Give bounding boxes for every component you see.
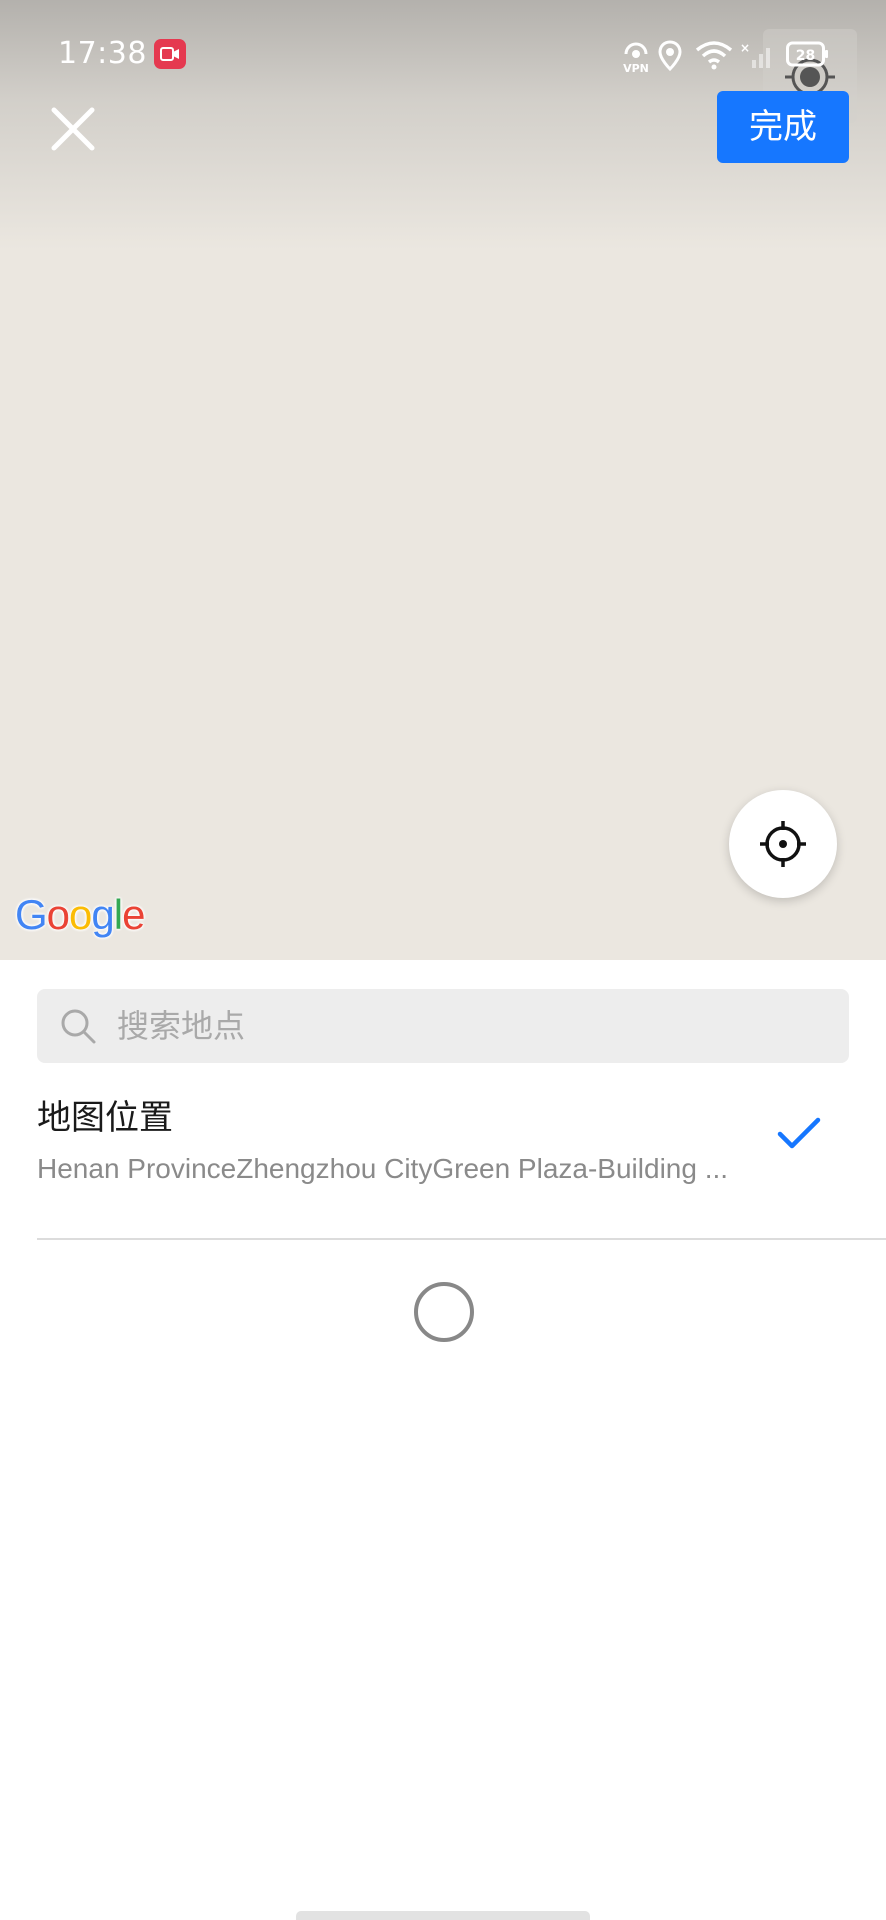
search-icon xyxy=(61,1009,96,1044)
svg-text:×: × xyxy=(740,41,750,55)
search-bar[interactable] xyxy=(37,989,849,1063)
signal-icon: × xyxy=(740,41,770,68)
google-logo-letter: G xyxy=(15,891,48,938)
checkmark-icon xyxy=(777,1117,821,1149)
list-divider xyxy=(37,1238,886,1240)
list-item-map-location[interactable]: 地图位置 Henan ProvinceZhengzhou CityGreen P… xyxy=(0,1094,886,1198)
google-logo-letter: o xyxy=(46,891,70,938)
crosshair-icon xyxy=(760,821,806,867)
home-indicator[interactable] xyxy=(296,1911,590,1920)
search-input[interactable] xyxy=(107,989,837,1063)
status-time: 17:38 xyxy=(58,36,147,71)
location-pin-icon xyxy=(658,40,682,72)
svg-text:VPN: VPN xyxy=(623,62,649,74)
bottom-sheet: 地图位置 Henan ProvinceZhengzhou CityGreen P… xyxy=(0,960,886,1920)
google-logo-letter: e xyxy=(122,891,145,938)
close-icon xyxy=(51,107,95,151)
my-location-button[interactable] xyxy=(729,790,837,898)
vpn-icon: VPN xyxy=(623,42,649,74)
google-logo-letter: l xyxy=(113,891,123,938)
location-title: 地图位置 xyxy=(37,1098,173,1138)
google-logo-letter: o xyxy=(69,891,92,938)
location-picker-screen: 17:38 VPN × 28 完成 Google 搜索地点 地图位置 Henan… xyxy=(0,0,886,1920)
battery-icon: 28 xyxy=(786,41,828,67)
done-button[interactable]: 完成 xyxy=(717,91,849,163)
battery-level: 28 xyxy=(796,48,815,64)
close-button[interactable] xyxy=(48,104,98,154)
loading-spinner xyxy=(414,1282,474,1342)
google-logo-letter: g xyxy=(91,891,114,938)
google-logo: Google xyxy=(15,890,145,940)
map-view[interactable]: 17:38 VPN × 28 完成 Google xyxy=(0,0,886,960)
screen-record-icon xyxy=(154,39,186,69)
location-address: Henan ProvinceZhengzhou CityGreen Plaza-… xyxy=(37,1153,729,1184)
wifi-icon xyxy=(695,41,733,70)
